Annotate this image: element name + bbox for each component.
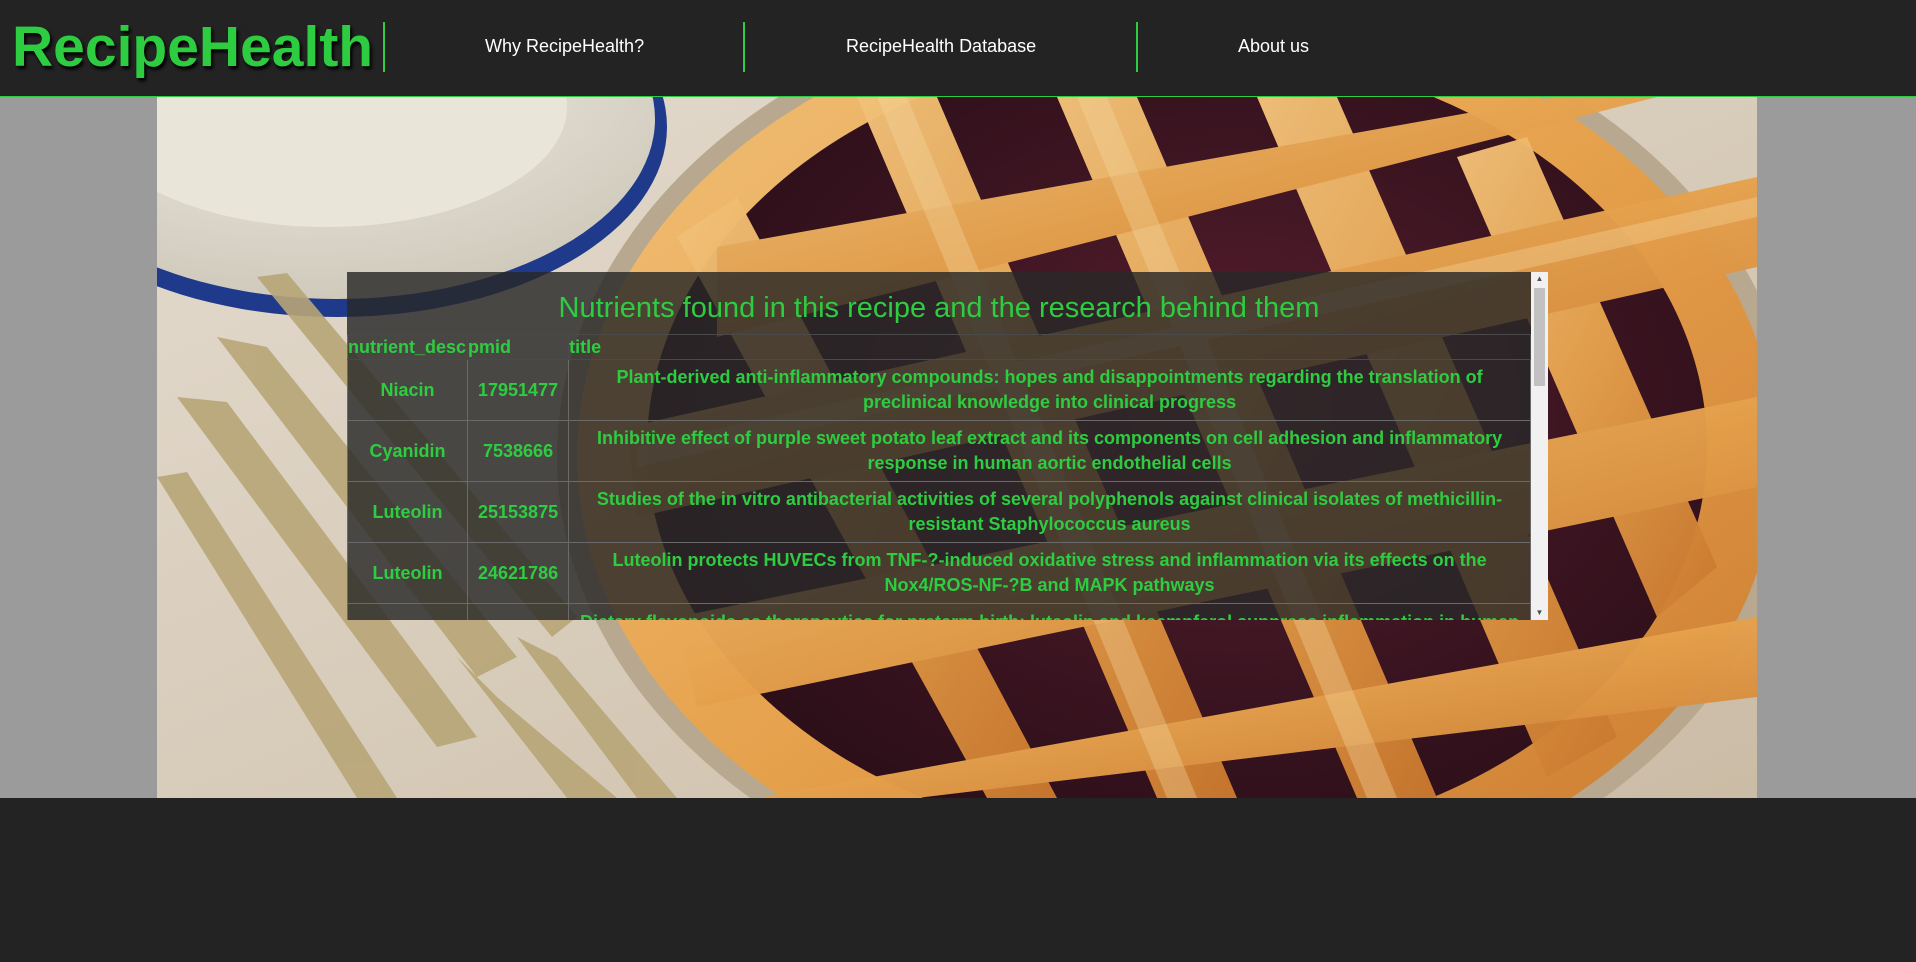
title-cell: Studies of the in vitro antibacterial ac… <box>568 481 1531 543</box>
research-panel[interactable]: Nutrients found in this recipe and the r… <box>347 272 1548 620</box>
page-footer-area <box>0 798 1916 962</box>
title-cell: Plant-derived anti-inflammatory compound… <box>568 359 1531 421</box>
title-cell: Inhibitive effect of purple sweet potato… <box>568 420 1531 482</box>
nav-link-database[interactable]: RecipeHealth Database <box>846 36 1036 57</box>
nutrient-cell: Luteolin <box>347 481 468 543</box>
pmid-cell: 25153875 <box>466 481 570 543</box>
column-header: pmid <box>466 334 570 360</box>
table-header-row: nutrient_desc pmid title <box>347 334 1531 360</box>
nutrient-cell <box>347 603 468 620</box>
research-panel-content: Nutrients found in this recipe and the r… <box>347 272 1531 620</box>
top-navbar: RecipeHealth Why RecipeHealth? RecipeHea… <box>0 0 1916 97</box>
nav-divider <box>1136 22 1138 72</box>
scroll-down-arrow-icon[interactable]: ▼ <box>1531 606 1548 620</box>
nav-divider <box>383 22 385 72</box>
scroll-up-arrow-icon[interactable]: ▲ <box>1531 272 1548 286</box>
table-row: Dietary flavonoids as therapeutics for p… <box>347 603 1531 620</box>
nutrient-cell: Niacin <box>347 359 468 421</box>
nutrient-cell: Luteolin <box>347 542 468 604</box>
title-cell: Dietary flavonoids as therapeutics for p… <box>568 603 1531 620</box>
table-row: Luteolin 24621786 Luteolin protects HUVE… <box>347 542 1531 604</box>
nav-link-why[interactable]: Why RecipeHealth? <box>485 36 644 57</box>
table-row: Cyanidin 7538666 Inhibitive effect of pu… <box>347 420 1531 482</box>
title-cell: Luteolin protects HUVECs from TNF-?-indu… <box>568 542 1531 604</box>
nav-link-about[interactable]: About us <box>1238 36 1309 57</box>
pmid-cell: 7538666 <box>466 420 570 482</box>
column-header: title <box>568 334 1531 360</box>
column-header: nutrient_desc <box>347 334 468 360</box>
nav-divider <box>743 22 745 72</box>
table-row: Luteolin 25153875 Studies of the in vitr… <box>347 481 1531 543</box>
scrollbar-thumb[interactable] <box>1534 288 1545 386</box>
pmid-cell: 24621786 <box>466 542 570 604</box>
pmid-cell: 17951477 <box>466 359 570 421</box>
brand-logo[interactable]: RecipeHealth <box>12 14 373 80</box>
panel-title: Nutrients found in this recipe and the r… <box>558 292 1320 324</box>
research-table: nutrient_desc pmid title Niacin 17951477… <box>347 334 1531 620</box>
table-row: Niacin 17951477 Plant-derived anti-infla… <box>347 359 1531 421</box>
panel-scrollbar[interactable]: ▲ ▼ <box>1531 272 1548 620</box>
nutrient-cell: Cyanidin <box>347 420 468 482</box>
pmid-cell <box>466 603 570 620</box>
